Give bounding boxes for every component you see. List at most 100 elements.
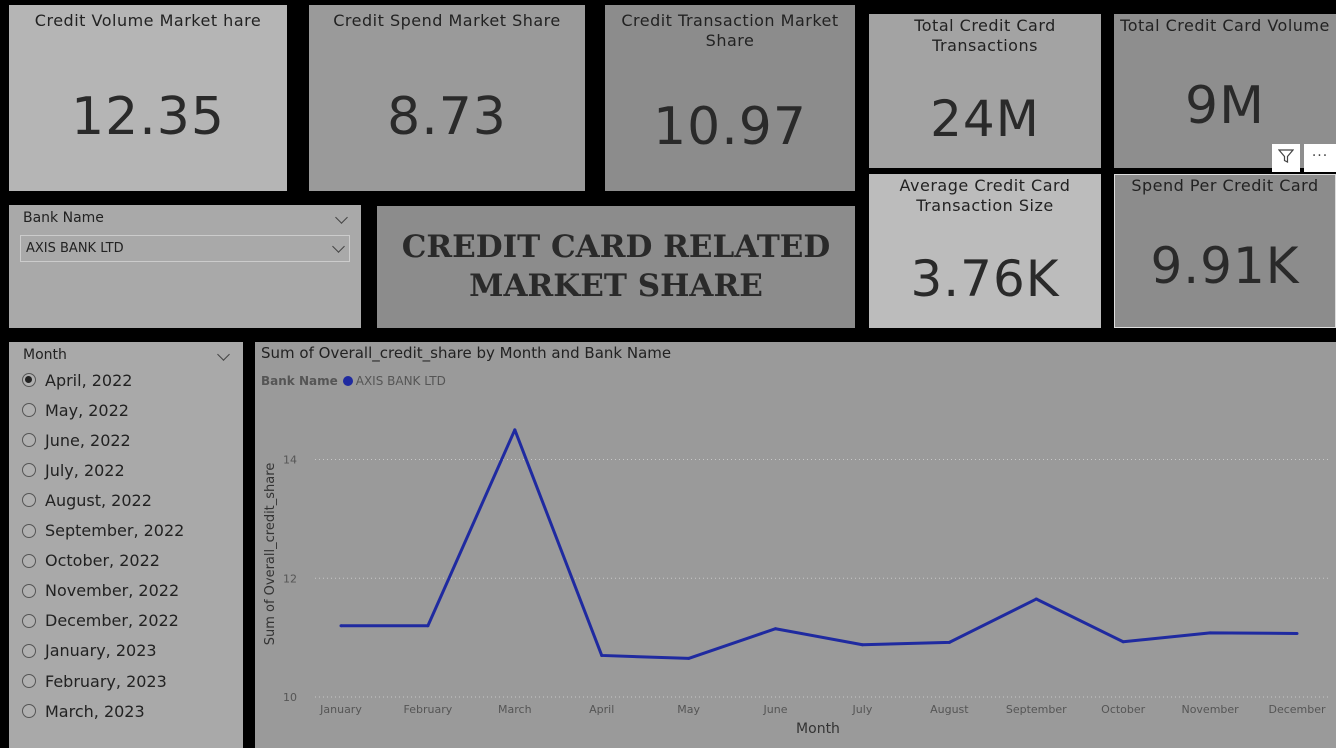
month-option[interactable]: December, 2022 bbox=[22, 609, 179, 633]
filter-icon bbox=[1277, 148, 1295, 168]
x-tick-label: March bbox=[498, 703, 532, 716]
x-tick-label: May bbox=[677, 703, 700, 716]
data-point bbox=[687, 656, 691, 660]
data-point bbox=[1208, 631, 1212, 635]
month-option-label: May, 2022 bbox=[45, 400, 129, 420]
bank-dropdown[interactable]: AXIS BANK LTD bbox=[20, 235, 350, 262]
banner-line-2: MARKET SHARE bbox=[469, 268, 763, 304]
month-option-label: July, 2022 bbox=[45, 460, 125, 480]
data-point bbox=[1295, 631, 1299, 635]
total-volume-card: Total Credit Card Volume 9M bbox=[1114, 14, 1336, 168]
month-option[interactable]: May, 2022 bbox=[22, 398, 129, 422]
slicer-header: Month bbox=[23, 347, 67, 363]
radio-icon[interactable] bbox=[22, 463, 36, 478]
card-value: 9M bbox=[1185, 76, 1265, 136]
x-tick-label: August bbox=[930, 703, 969, 716]
x-tick-label: October bbox=[1101, 703, 1145, 716]
month-option[interactable]: August, 2022 bbox=[22, 488, 152, 512]
avg-transaction-size-card: Average Credit Card Transaction Size 3.7… bbox=[869, 174, 1101, 328]
radio-icon[interactable] bbox=[22, 523, 36, 538]
card-title: Credit Volume Market hare bbox=[34, 11, 262, 30]
y-tick-label: 14 bbox=[283, 454, 297, 467]
data-point bbox=[947, 640, 951, 644]
month-option-label: January, 2023 bbox=[45, 641, 157, 661]
radio-icon[interactable] bbox=[22, 613, 36, 628]
month-option-label: August, 2022 bbox=[45, 490, 152, 510]
month-option-label: February, 2023 bbox=[45, 671, 167, 691]
radio-icon[interactable] bbox=[22, 493, 36, 508]
x-tick-label: June bbox=[763, 703, 788, 716]
x-tick-label: December bbox=[1268, 703, 1326, 716]
data-point bbox=[774, 627, 778, 631]
month-option[interactable]: November, 2022 bbox=[22, 579, 179, 603]
card-value: 3.76K bbox=[910, 250, 1060, 308]
x-axis-title: Month bbox=[796, 721, 840, 737]
month-option[interactable]: June, 2022 bbox=[22, 428, 131, 452]
filter-button[interactable] bbox=[1272, 144, 1300, 172]
chevron-down-icon[interactable] bbox=[335, 211, 348, 224]
month-option-label: October, 2022 bbox=[45, 551, 160, 571]
more-options-icon: ··· bbox=[1311, 148, 1329, 164]
data-point bbox=[860, 643, 864, 647]
data-point bbox=[426, 624, 430, 628]
radio-icon[interactable] bbox=[22, 433, 36, 448]
month-option-label: November, 2022 bbox=[45, 581, 180, 601]
more-options-button[interactable]: ··· bbox=[1304, 144, 1336, 172]
x-tick-label: January bbox=[319, 703, 362, 716]
dropdown-value: AXIS BANK LTD bbox=[26, 241, 124, 256]
chevron-down-icon bbox=[332, 240, 345, 253]
month-option[interactable]: February, 2023 bbox=[22, 669, 167, 693]
credit-spend-card: Credit Spend Market Share 8.73 bbox=[309, 5, 585, 191]
x-tick-label: September bbox=[1006, 703, 1067, 716]
card-title: Average Credit Card Transaction Size bbox=[899, 176, 1071, 215]
card-title: Spend Per Credit Card bbox=[1131, 176, 1319, 195]
y-tick-label: 12 bbox=[283, 572, 297, 585]
x-tick-label: November bbox=[1181, 703, 1239, 716]
series-line bbox=[341, 428, 1298, 660]
total-transactions-card: Total Credit Card Transactions 24M bbox=[869, 14, 1101, 168]
chart-plot: 10 12 14 January February March April May June Ju… bbox=[263, 428, 1330, 737]
bank-name-slicer: Bank Name AXIS BANK LTD bbox=[9, 205, 361, 328]
y-tick-label: 10 bbox=[283, 691, 297, 704]
radio-icon[interactable] bbox=[22, 583, 36, 598]
x-tick-label: July bbox=[852, 703, 873, 716]
month-option[interactable]: July, 2022 bbox=[22, 458, 125, 482]
card-title: Total Credit Card Volume bbox=[1120, 16, 1330, 35]
month-option-label: April, 2022 bbox=[45, 370, 133, 390]
card-value: 24M bbox=[930, 90, 1040, 148]
data-point bbox=[1121, 640, 1125, 644]
card-title: Credit Transaction Market Share bbox=[621, 11, 839, 50]
month-option-label: September, 2022 bbox=[45, 521, 185, 540]
radio-icon[interactable] bbox=[22, 674, 36, 688]
radio-icon[interactable] bbox=[22, 403, 36, 418]
card-value: 12.35 bbox=[71, 87, 225, 147]
card-value: 8.73 bbox=[387, 87, 507, 147]
data-point bbox=[513, 428, 517, 432]
radio-icon[interactable] bbox=[22, 373, 36, 387]
month-option-label: March, 2023 bbox=[45, 701, 145, 721]
credit-transaction-card: Credit Transaction Market Share 10.97 bbox=[605, 5, 855, 191]
banner-line-1: CREDIT CARD RELATED bbox=[401, 229, 831, 265]
month-option-label: June, 2022 bbox=[45, 430, 131, 450]
chevron-down-icon[interactable] bbox=[217, 348, 230, 361]
data-point bbox=[339, 624, 343, 628]
x-tick-label: February bbox=[404, 703, 453, 716]
radio-icon[interactable] bbox=[22, 553, 36, 568]
card-title: Credit Spend Market Share bbox=[333, 11, 561, 30]
card-value: 10.97 bbox=[653, 97, 807, 157]
month-option-label: December, 2022 bbox=[45, 611, 179, 631]
month-slicer: Month April, 2022 May, 2022 June, 2022 July… bbox=[9, 342, 243, 748]
data-point bbox=[600, 653, 604, 657]
month-option[interactable]: October, 2022 bbox=[22, 549, 160, 573]
month-option[interactable]: April, 2022 bbox=[22, 368, 132, 392]
slicer-header: Bank Name bbox=[23, 210, 104, 226]
card-title: Total Credit Card Transactions bbox=[914, 16, 1056, 55]
x-tick-label: April bbox=[589, 703, 614, 716]
radio-icon[interactable] bbox=[22, 704, 36, 719]
radio-icon[interactable] bbox=[22, 643, 36, 658]
month-option[interactable]: January, 2023 bbox=[22, 639, 157, 663]
month-option[interactable]: September, 2022 bbox=[22, 519, 184, 543]
line-chart-panel: Sum of Overall_credit_share by Month and… bbox=[255, 342, 1336, 748]
month-option[interactable]: March, 2023 bbox=[22, 699, 145, 723]
y-axis-title: Sum of Overall_credit_share bbox=[263, 463, 278, 646]
